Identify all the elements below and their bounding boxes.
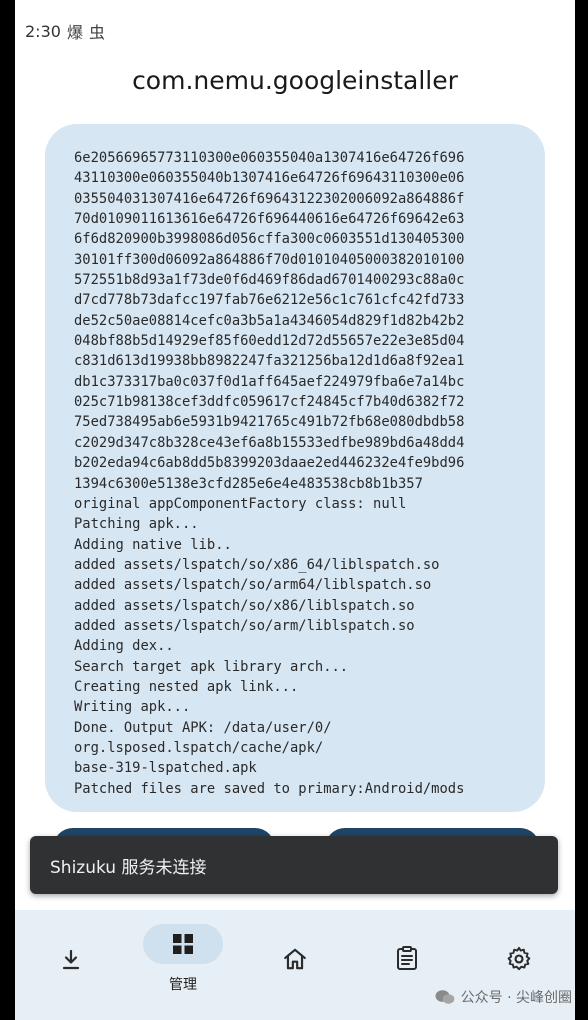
nav-label-manage: 管理 [169, 977, 197, 993]
snackbar-message: Shizuku 服务未连接 [50, 857, 207, 878]
log-line: 30101ff300d06092a864886f70d0101040500038… [74, 251, 465, 268]
log-line: Done. Output APK: /data/user/0/ [74, 719, 332, 736]
log-line: added assets/lspatch/so/x86/liblspatch.s… [74, 597, 415, 614]
log-line: added assets/lspatch/so/x86_64/liblspatc… [74, 556, 440, 573]
log-line: 70d0109011613616e64726f696440616e64726f6… [74, 211, 465, 228]
log-line: Patching apk... [74, 516, 199, 533]
patch-log-text: 6e20566965773110300e060355040a1307416e64… [74, 148, 524, 799]
log-line: c831d613d19938bb8982247fa321256ba12d1d6a… [74, 353, 465, 370]
grid-icon [173, 934, 193, 954]
log-line: Creating nested apk link... [74, 678, 299, 695]
log-line: original appComponentFactory class: null [74, 495, 407, 512]
log-line: d7cd778b73dafcc197fab76e6212e56c1c761cfc… [74, 292, 465, 309]
app-screen: 2:30 爆 虫 com.nemu.googleinstaller 6e2056… [15, 0, 575, 1020]
log-line: Writing apk... [74, 699, 191, 716]
log-line: de52c50ae08814cefc0a3b5a1a4346054d829f1d… [74, 312, 465, 329]
nav-item-download[interactable] [15, 910, 127, 1020]
log-line: 75ed738495ab6e5931b9421765c491b72fb68e08… [74, 414, 465, 431]
log-line: Adding dex.. [74, 638, 174, 655]
watermark: 公众号 · 尖峰创圈 [435, 986, 572, 1008]
log-line: added assets/lspatch/so/arm64/liblspatch… [74, 577, 432, 594]
log-line: b202eda94c6ab8dd5b8399203daae2ed446232e4… [74, 455, 465, 472]
log-line: base-319-lspatched.apk [74, 760, 257, 777]
wechat-logo-icon [435, 990, 454, 1004]
log-line: 43110300e060355040b1307416e64726f6964311… [74, 170, 465, 187]
log-line: 035504031307416e64726f69643122302006092a… [74, 190, 465, 207]
log-line: 025c71b98138cef3ddfc059617cf24845cf7b40d… [74, 394, 465, 411]
nav-item-home[interactable] [239, 910, 351, 1020]
patch-log-card[interactable]: 6e20566965773110300e060355040a1307416e64… [45, 124, 545, 812]
log-line: 048bf88b5d14929ef85f60edd12d72d55657e22e… [74, 333, 465, 350]
log-line: 6e20566965773110300e060355040a1307416e64… [74, 150, 465, 166]
log-line: c2029d347c8b328ce43ef6a8b15533edfbe989bd… [74, 434, 465, 451]
download-icon [62, 949, 80, 970]
status-bar: 2:30 爆 虫 [25, 18, 105, 44]
watermark-text: 公众号 · 尖峰创圈 [460, 990, 572, 1006]
status-time: 2:30 [25, 21, 61, 41]
log-line: Adding native lib.. [74, 536, 232, 553]
log-line: 572551b8d93a1f73de0f6d469f86dad670140029… [74, 272, 465, 289]
log-line: db1c373317ba0c037f0d1aff645aef224979fba6… [74, 373, 465, 390]
log-line: org.lsposed.lspatch/cache/apk/ [74, 739, 324, 756]
device-frame: 2:30 爆 虫 com.nemu.googleinstaller 6e2056… [0, 0, 588, 1020]
status-notification-icon: 爆 [66, 23, 83, 42]
nav-item-manage[interactable]: 管理 [127, 910, 239, 1020]
settings-icon [507, 946, 531, 971]
clipboard-icon [397, 946, 417, 970]
log-line: Search target apk library arch... [74, 658, 349, 675]
page-title: com.nemu.googleinstaller [132, 66, 458, 95]
log-line: 6f6d820900b3998086d056cffa300c0603551d13… [74, 231, 465, 248]
status-bug-icon: 虫 [88, 23, 105, 42]
log-line: added assets/lspatch/so/arm/liblspatch.s… [74, 617, 415, 634]
log-line: Patched files are saved to primary:Andro… [74, 780, 465, 797]
home-icon [284, 948, 306, 970]
log-line: 1394c6300e5138e3cfd285e6e4e483538cb8b1b3… [74, 475, 423, 492]
snackbar: Shizuku 服务未连接 [30, 836, 558, 894]
